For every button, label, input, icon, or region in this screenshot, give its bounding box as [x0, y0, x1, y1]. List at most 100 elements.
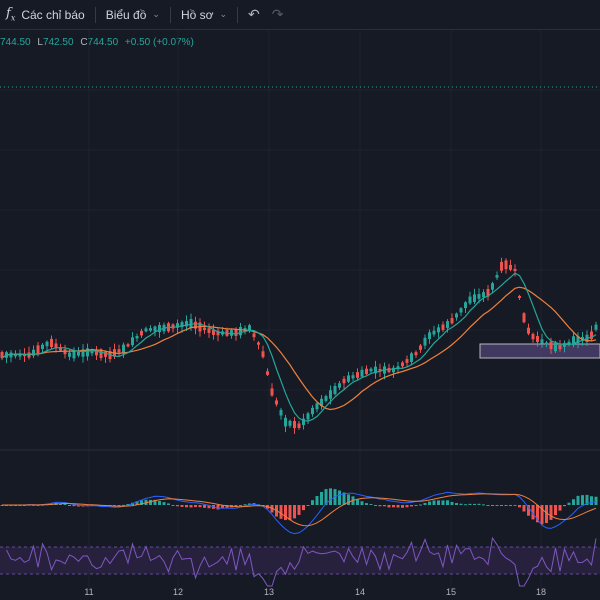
candle-body: [36, 345, 40, 355]
macd-bar: [518, 505, 521, 508]
candle-body: [144, 328, 148, 332]
macd-bar: [455, 503, 458, 505]
candle-body: [342, 378, 346, 384]
candle-body: [455, 313, 458, 318]
macd-bar: [63, 504, 67, 506]
macd-bar: [414, 505, 418, 506]
candle-body: [423, 337, 427, 346]
redo-icon: ↷: [271, 6, 284, 22]
candle-body: [482, 292, 485, 298]
candle-body: [468, 296, 472, 304]
macd-bar: [198, 505, 202, 508]
indicators-button[interactable]: fx Các chỉ báo: [0, 4, 91, 26]
profile-dropdown[interactable]: Hồ sơ ⌄: [175, 4, 233, 26]
macd-bar: [500, 505, 503, 506]
macd-bar: [311, 500, 314, 505]
macd-bar: [378, 505, 382, 507]
undo-button[interactable]: ↶: [242, 4, 266, 26]
candle-body: [540, 339, 544, 344]
candle-body: [297, 423, 301, 428]
candle-body: [432, 330, 436, 335]
candle-body: [459, 308, 463, 313]
candle-body: [306, 413, 310, 420]
candle-body: [329, 390, 332, 399]
candle-body: [140, 330, 143, 336]
candle-body: [441, 324, 445, 330]
macd-bar: [423, 502, 427, 505]
candle-body: [554, 342, 557, 352]
candle-body: [284, 417, 287, 427]
macd-bar: [450, 501, 454, 505]
candle-body: [45, 341, 49, 347]
macd-bar: [356, 499, 359, 505]
macd-bar: [513, 504, 517, 506]
toolbar-divider: [169, 6, 171, 23]
candle-body: [293, 420, 296, 429]
macd-bar: [446, 500, 449, 505]
macd-bar: [405, 505, 409, 508]
macd-bar: [329, 488, 332, 505]
candle-body: [450, 318, 454, 324]
chart-toolbar: fx Các chỉ báo Biểu đồ ⌄ Hồ sơ ⌄ ↶ ↷: [0, 0, 600, 30]
macd-bar: [239, 505, 242, 506]
x-axis: 11 12 13 14 15 18: [0, 587, 600, 600]
x-tick-label: 12: [172, 587, 184, 597]
macd-bar: [504, 505, 508, 506]
candle-body: [473, 294, 476, 302]
profile-label: Hồ sơ: [180, 7, 214, 22]
macd-bar: [509, 505, 512, 506]
macd-bar: [387, 505, 391, 508]
candle-body: [207, 328, 211, 333]
redo-button[interactable]: ↷: [266, 4, 290, 26]
macd-bar: [176, 505, 179, 507]
price-chart[interactable]: [0, 30, 600, 590]
candle-body: [504, 260, 508, 270]
candle-body: [522, 313, 526, 323]
candle-body: [77, 351, 80, 356]
candle-body: [189, 319, 193, 328]
candle-body: [90, 351, 94, 354]
macd-bar: [581, 495, 584, 505]
macd-bar: [279, 505, 283, 519]
macd-bar: [410, 505, 413, 507]
macd-bar: [441, 500, 445, 505]
candle-body: [428, 332, 431, 340]
toolbar-divider: [237, 6, 239, 23]
candle-body: [338, 383, 341, 388]
x-tick-label: 13: [263, 587, 275, 597]
candle-body: [414, 352, 418, 356]
candle-body: [50, 338, 53, 348]
candle-body: [122, 344, 125, 353]
candle-body: [545, 342, 548, 345]
x-tick-label: 15: [445, 587, 457, 597]
macd-bar: [180, 505, 184, 507]
candle-body: [500, 261, 503, 271]
macd-bar: [203, 505, 206, 508]
candle-body: [234, 329, 238, 336]
candle-body: [527, 327, 530, 334]
candle-body: [419, 345, 422, 350]
candle-body: [68, 352, 71, 357]
macd-bar: [594, 496, 598, 505]
candle-body: [509, 264, 512, 270]
candle-body: [405, 359, 409, 363]
macd-bar: [189, 505, 193, 508]
macd-bar: [522, 505, 526, 512]
macd-bar: [554, 505, 557, 516]
macd-bar: [464, 504, 467, 506]
macd-bar: [549, 505, 553, 520]
macd-bar: [567, 502, 571, 505]
chevron-down-icon: ⌄: [219, 9, 228, 19]
candle-body: [288, 420, 292, 426]
macd-bar: [572, 499, 575, 505]
macd-bar: [576, 495, 580, 505]
macd-bar: [302, 505, 305, 511]
candle-body: [149, 328, 152, 331]
macd-bar: [216, 505, 220, 510]
candle-body: [347, 375, 350, 382]
macd-bar: [315, 496, 319, 505]
toolbar-divider: [94, 6, 96, 23]
chart-type-dropdown[interactable]: Biểu đồ ⌄: [100, 4, 166, 26]
indicators-label: Các chỉ báo: [21, 7, 85, 22]
macd-bar: [432, 500, 436, 505]
